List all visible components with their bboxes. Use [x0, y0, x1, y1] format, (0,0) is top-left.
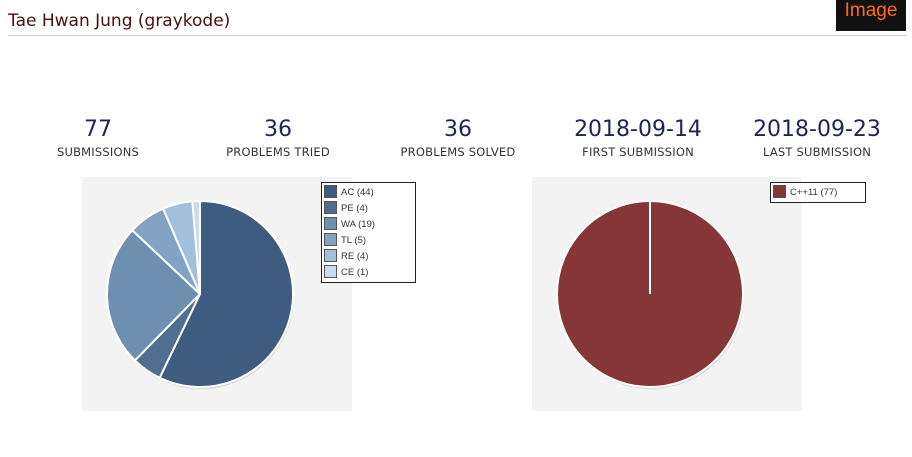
- legend-swatch: [773, 185, 786, 198]
- legend-label: C++11 (77): [790, 187, 837, 198]
- language-pie-chart: C++11 (77): [556, 182, 866, 389]
